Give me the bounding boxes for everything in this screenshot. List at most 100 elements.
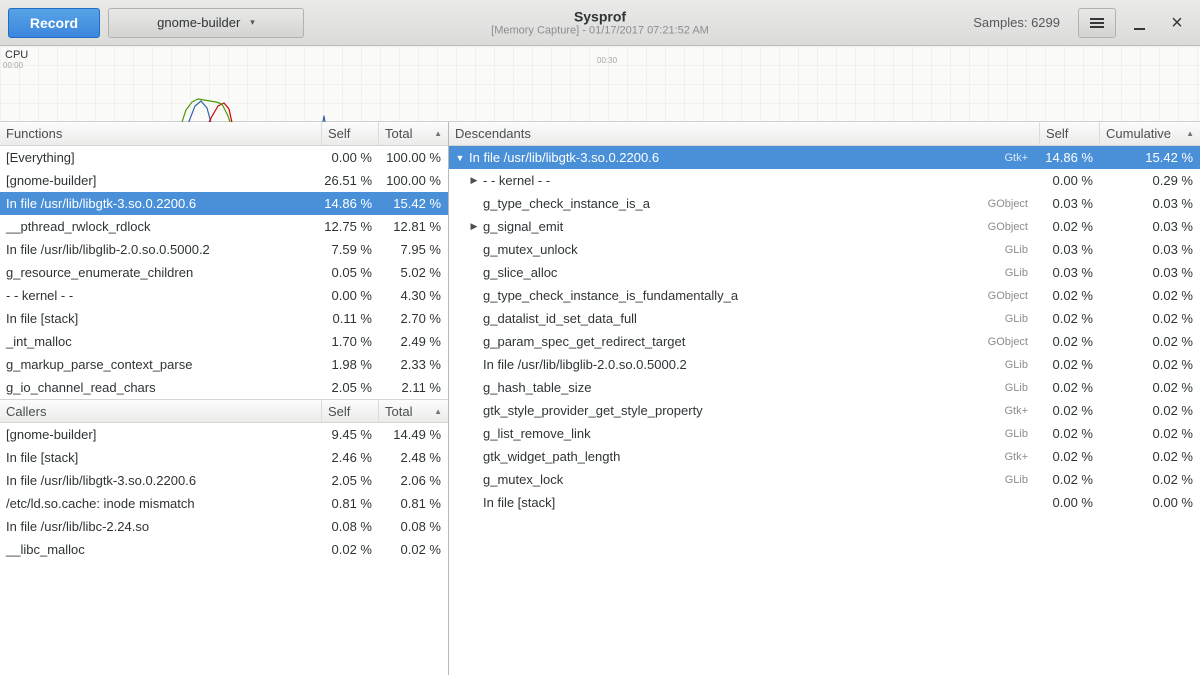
process-selector-dropdown[interactable]: gnome-builder ▾ <box>108 8 304 38</box>
self-value: 14.86 % <box>1040 150 1100 165</box>
descendant-name: gtk_style_provider_get_style_property <box>481 403 1004 418</box>
total-value: 14.49 % <box>379 427 448 442</box>
function-table-row[interactable]: In file /usr/lib/libglib-2.0.so.0.5000.2… <box>0 238 448 261</box>
descendant-table-row[interactable]: In file /usr/lib/libglib-2.0.so.0.5000.2… <box>449 353 1200 376</box>
caller-table-row[interactable]: In file /usr/lib/libgtk-3.so.0.2200.62.0… <box>0 469 448 492</box>
function-table-row[interactable]: [gnome-builder]26.51 %100.00 % <box>0 169 448 192</box>
cumulative-value: 0.02 % <box>1100 449 1200 464</box>
hamburger-icon <box>1090 22 1104 24</box>
total-value: 2.49 % <box>379 334 448 349</box>
record-button[interactable]: Record <box>8 8 100 38</box>
self-value: 0.11 % <box>322 311 379 326</box>
total-value: 0.81 % <box>379 496 448 511</box>
callers-table-header: Callers Self Total▲ <box>0 399 448 423</box>
function-name: __pthread_rwlock_rdlock <box>0 219 322 234</box>
library-category: GObject <box>988 336 1040 348</box>
descendant-name: In file [stack] <box>481 495 1028 510</box>
descendant-name: g_list_remove_link <box>481 426 1005 441</box>
self-value: 0.02 % <box>1040 311 1100 326</box>
library-category: GObject <box>988 290 1040 302</box>
caller-name: __libc_malloc <box>0 542 322 557</box>
descendant-table-row[interactable]: ▶- - kernel - -0.00 %0.29 % <box>449 169 1200 192</box>
column-header-total[interactable]: Total▲ <box>379 122 448 145</box>
library-category: GLib <box>1005 474 1040 486</box>
descendant-table-row[interactable]: gtk_style_provider_get_style_propertyGtk… <box>449 399 1200 422</box>
self-value: 0.02 % <box>1040 426 1100 441</box>
caller-name: /etc/ld.so.cache: inode mismatch <box>0 496 322 511</box>
library-category: GLib <box>1005 267 1040 279</box>
total-value: 5.02 % <box>379 265 448 280</box>
function-table-row[interactable]: In file /usr/lib/libgtk-3.so.0.2200.614.… <box>0 192 448 215</box>
expander-collapsed-icon[interactable]: ▶ <box>467 221 481 232</box>
caller-table-row[interactable]: [gnome-builder]9.45 %14.49 % <box>0 423 448 446</box>
total-value: 12.81 % <box>379 219 448 234</box>
library-category: Gtk+ <box>1004 451 1040 463</box>
samples-count: Samples: 6299 <box>973 15 1070 30</box>
library-category: GObject <box>988 221 1040 233</box>
cumulative-value: 0.29 % <box>1100 173 1200 188</box>
descendant-table-row[interactable]: g_hash_table_sizeGLib0.02 %0.02 % <box>449 376 1200 399</box>
descendant-table-row[interactable]: g_slice_allocGLib0.03 %0.03 % <box>449 261 1200 284</box>
minimize-icon <box>1134 28 1145 30</box>
descendant-table-row[interactable]: ▼In file /usr/lib/libgtk-3.so.0.2200.6Gt… <box>449 146 1200 169</box>
function-table-row[interactable]: g_markup_parse_context_parse1.98 %2.33 % <box>0 353 448 376</box>
self-value: 0.02 % <box>1040 472 1100 487</box>
total-value: 100.00 % <box>379 173 448 188</box>
column-header-total[interactable]: Total▲ <box>379 400 448 422</box>
self-value: 12.75 % <box>322 219 379 234</box>
library-category: GObject <box>988 198 1040 210</box>
descendant-table-row[interactable]: g_mutex_lockGLib0.02 %0.02 % <box>449 468 1200 491</box>
descendant-name: g_mutex_lock <box>481 472 1005 487</box>
self-value: 9.45 % <box>322 427 379 442</box>
column-header-descendants[interactable]: Descendants <box>449 122 1040 145</box>
column-header-callers[interactable]: Callers <box>0 400 322 422</box>
self-value: 0.02 % <box>1040 334 1100 349</box>
expander-expanded-icon[interactable]: ▼ <box>453 153 467 163</box>
caller-table-row[interactable]: __libc_malloc0.02 %0.02 % <box>0 538 448 561</box>
cumulative-value: 0.02 % <box>1100 311 1200 326</box>
descendant-name: g_slice_alloc <box>481 265 1005 280</box>
descendant-table-row[interactable]: g_param_spec_get_redirect_targetGObject0… <box>449 330 1200 353</box>
function-table-row[interactable]: - - kernel - -0.00 %4.30 % <box>0 284 448 307</box>
descendant-table-row[interactable]: In file [stack]0.00 %0.00 % <box>449 491 1200 514</box>
close-icon: × <box>1171 13 1183 33</box>
function-name: g_io_channel_read_chars <box>0 380 322 395</box>
column-header-self[interactable]: Self <box>322 122 379 145</box>
caller-table-row[interactable]: /etc/ld.so.cache: inode mismatch0.81 %0.… <box>0 492 448 515</box>
descendant-table-row[interactable]: g_type_check_instance_is_fundamentally_a… <box>449 284 1200 307</box>
minimize-button[interactable] <box>1124 8 1154 38</box>
caller-table-row[interactable]: In file /usr/lib/libc-2.24.so0.08 %0.08 … <box>0 515 448 538</box>
content-panes: Functions Self Total▲ [Everything]0.00 %… <box>0 122 1200 675</box>
function-table-row[interactable]: g_io_channel_read_chars2.05 %2.11 % <box>0 376 448 399</box>
cumulative-value: 0.03 % <box>1100 242 1200 257</box>
descendant-table-row[interactable]: g_mutex_unlockGLib0.03 %0.03 % <box>449 238 1200 261</box>
self-value: 0.81 % <box>322 496 379 511</box>
function-table-row[interactable]: _int_malloc1.70 %2.49 % <box>0 330 448 353</box>
self-value: 0.02 % <box>1040 219 1100 234</box>
cumulative-value: 0.02 % <box>1100 380 1200 395</box>
cumulative-value: 0.02 % <box>1100 472 1200 487</box>
caller-name: In file /usr/lib/libc-2.24.so <box>0 519 322 534</box>
caller-table-row[interactable]: In file [stack]2.46 %2.48 % <box>0 446 448 469</box>
close-button[interactable]: × <box>1162 8 1192 38</box>
menu-button[interactable] <box>1078 8 1116 38</box>
descendant-table-row[interactable]: g_list_remove_linkGLib0.02 %0.02 % <box>449 422 1200 445</box>
function-table-row[interactable]: [Everything]0.00 %100.00 % <box>0 146 448 169</box>
descendant-table-row[interactable]: gtk_widget_path_lengthGtk+0.02 %0.02 % <box>449 445 1200 468</box>
expander-collapsed-icon[interactable]: ▶ <box>467 175 481 186</box>
function-table-row[interactable]: In file [stack]0.11 %2.70 % <box>0 307 448 330</box>
descendant-table-row[interactable]: ▶g_signal_emitGObject0.02 %0.03 % <box>449 215 1200 238</box>
descendant-name: g_type_check_instance_is_a <box>481 196 988 211</box>
total-value: 7.95 % <box>379 242 448 257</box>
column-header-cumulative[interactable]: Cumulative▲ <box>1100 122 1200 145</box>
descendant-table-row[interactable]: g_type_check_instance_is_aGObject0.03 %0… <box>449 192 1200 215</box>
function-table-row[interactable]: __pthread_rwlock_rdlock12.75 %12.81 % <box>0 215 448 238</box>
descendant-table-row[interactable]: g_datalist_id_set_data_fullGLib0.02 %0.0… <box>449 307 1200 330</box>
column-header-self[interactable]: Self <box>322 400 379 422</box>
column-header-self[interactable]: Self <box>1040 122 1100 145</box>
column-header-functions[interactable]: Functions <box>0 122 322 145</box>
title-box: Sysprof [Memory Capture] - 01/17/2017 07… <box>491 8 709 37</box>
cumulative-value: 0.02 % <box>1100 357 1200 372</box>
function-table-row[interactable]: g_resource_enumerate_children0.05 %5.02 … <box>0 261 448 284</box>
cumulative-value: 15.42 % <box>1100 150 1200 165</box>
